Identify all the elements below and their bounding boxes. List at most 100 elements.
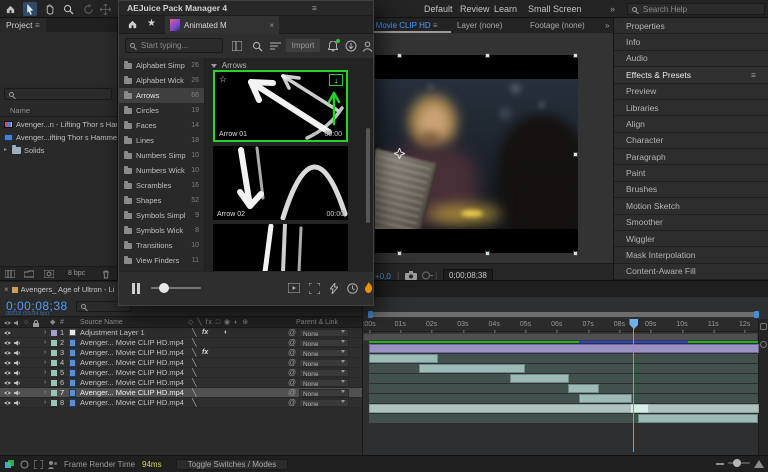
project-item[interactable]: ▸ Solids	[0, 144, 117, 157]
layer-bar[interactable]	[510, 374, 569, 383]
footage-tab[interactable]: Footage (none)	[530, 18, 585, 33]
pick-whip-icon[interactable]: @	[288, 398, 296, 408]
timeline-layer-row[interactable]: › 2 Avenger... Movie CLIP HD.mp4 ╲ @ Non…	[0, 338, 362, 348]
project-search-box[interactable]	[4, 88, 112, 100]
category-item[interactable]: Transitions 10	[119, 238, 204, 253]
graph-layer-row[interactable]	[363, 394, 768, 403]
panel-tab[interactable]: Align ≡	[614, 116, 768, 132]
graph-layer-row[interactable]	[363, 404, 768, 413]
expand-chevron[interactable]: ›	[44, 398, 46, 408]
panel-tab[interactable]: Preview ≡	[614, 84, 768, 100]
zoom-out-icon[interactable]	[716, 463, 724, 465]
group-header[interactable]: Arrows	[211, 61, 247, 70]
zoom-in-icon[interactable]	[754, 460, 764, 468]
workspace-tab-default[interactable]: Default	[424, 0, 453, 18]
label-color-swatch[interactable]	[51, 380, 57, 386]
fx-switch[interactable]: fx	[202, 348, 208, 358]
hand-tool-icon[interactable]	[43, 2, 57, 16]
eye-column-icon[interactable]	[3, 320, 12, 326]
audio-toggle[interactable]	[14, 388, 21, 397]
category-item[interactable]: Faces 14	[119, 118, 204, 133]
graph-layer-row[interactable]	[363, 344, 768, 353]
preset-thumbnail-arrow-02[interactable]: Arrow 02 00:00	[213, 146, 348, 220]
timeline-comp-tab[interactable]: × Avengers_ Age of Ultron - Lifting T	[0, 282, 118, 297]
category-item[interactable]: Shapes 52	[119, 193, 204, 208]
timeline-layer-row[interactable]: › 1 Adjustment Layer 1 ╲ fx ◐ @ None	[0, 328, 362, 338]
category-item[interactable]: Numbers Wick 10	[119, 163, 204, 178]
layer-name[interactable]: Avenger... Movie CLIP HD.mp4	[80, 378, 188, 388]
layer-name[interactable]: Avenger... Movie CLIP HD.mp4	[80, 398, 188, 408]
sort-icon[interactable]	[267, 38, 283, 54]
quick-actions-bolt-icon[interactable]	[327, 281, 341, 295]
panel-tab[interactable]: Paint ≡	[614, 165, 768, 181]
quality-switch[interactable]: ╲	[192, 338, 197, 348]
project-name-column-header[interactable]: Name	[10, 106, 30, 115]
selection-handle[interactable]	[573, 251, 578, 256]
parent-dropdown[interactable]: None	[299, 369, 349, 377]
layer-name[interactable]: Avenger... Movie CLIP HD.mp4	[80, 348, 188, 358]
eye-toggle[interactable]	[3, 378, 12, 386]
project-item[interactable]: Avenger...ifting Thor s Hammer - Mov	[0, 131, 117, 144]
aejuice-title-bar[interactable]: AEJuice Pack Manager 4 ≡	[119, 1, 373, 16]
expand-chevron[interactable]: ›	[44, 388, 46, 398]
workspace-tab-learn[interactable]: Learn	[494, 0, 517, 18]
quality-switch[interactable]: ╲	[192, 378, 197, 388]
graph-layer-row[interactable]	[363, 374, 768, 383]
quality-switch[interactable]: ╲	[192, 398, 197, 408]
time-navigator[interactable]	[369, 312, 758, 317]
audio-toggle[interactable]	[14, 378, 21, 387]
help-search-input[interactable]	[641, 4, 760, 15]
eye-toggle[interactable]	[3, 398, 12, 406]
project-search-input[interactable]	[18, 89, 107, 100]
category-item[interactable]: Symbols Simpl 9	[119, 208, 204, 223]
expand-chevron[interactable]: ›	[44, 358, 46, 368]
category-item[interactable]: Scrambles 16	[119, 178, 204, 193]
eye-toggle[interactable]	[3, 338, 12, 346]
aejuice-flame-logo-icon[interactable]	[361, 281, 375, 295]
new-composition-icon[interactable]	[44, 270, 54, 278]
selection-handle[interactable]	[485, 251, 490, 256]
quality-switch[interactable]: ╲	[192, 348, 197, 358]
quality-switch[interactable]: ╲	[192, 368, 197, 378]
eye-toggle[interactable]	[3, 368, 12, 376]
project-tab[interactable]: Project ≡	[0, 18, 46, 32]
comp-tab-overflow-icon[interactable]: »	[605, 18, 609, 33]
project-item[interactable]: Avenger...n - Lifting Thor s Hammer -	[0, 118, 117, 131]
panel-tab[interactable]: Smoother ≡	[614, 215, 768, 231]
history-clock-icon[interactable]	[345, 281, 359, 295]
audio-toggle[interactable]	[14, 398, 21, 407]
quality-switch[interactable]: ╲	[192, 388, 197, 398]
label-color-swatch[interactable]	[51, 330, 57, 336]
category-item[interactable]: Numbers Simp 10	[119, 148, 204, 163]
layout-toggle-icon[interactable]	[229, 38, 245, 54]
panel-tab[interactable]: Wiggler ≡	[614, 231, 768, 247]
navigator-end-handle[interactable]	[754, 311, 759, 318]
label-color-swatch[interactable]	[51, 360, 57, 366]
preview-scrollbar[interactable]	[366, 128, 370, 223]
category-item[interactable]: Symbols Wick 8	[119, 223, 204, 238]
category-item[interactable]: Arrows 66	[119, 88, 204, 103]
download-icon[interactable]: ↓	[329, 74, 343, 86]
comp-button-icon[interactable]	[760, 323, 767, 330]
movie-frame[interactable]	[375, 55, 578, 253]
expand-chevron-icon[interactable]: ▸	[4, 144, 9, 157]
panel-tab[interactable]: Libraries ≡	[614, 100, 768, 116]
panel-tab[interactable]: Paragraph ≡	[614, 149, 768, 165]
pick-whip-icon[interactable]: @	[288, 368, 296, 378]
timeline-layer-row[interactable]: › 3 Avenger... Movie CLIP HD.mp4 ╲ fx @ …	[0, 348, 362, 358]
layer-bar[interactable]	[568, 384, 599, 393]
anchor-point-icon[interactable]	[394, 148, 405, 159]
layer-name[interactable]: Avenger... Movie CLIP HD.mp4	[80, 388, 188, 398]
eye-toggle[interactable]	[3, 348, 12, 356]
timeline-layer-row[interactable]: › 8 Avenger... Movie CLIP HD.mp4 ╲ @ Non…	[0, 398, 362, 408]
pick-whip-icon[interactable]: @	[288, 358, 296, 368]
category-item[interactable]: Alphabet Simp 26	[119, 58, 204, 73]
eye-toggle[interactable]	[3, 388, 12, 396]
selection-tool-icon[interactable]	[23, 2, 37, 16]
label-color-swatch[interactable]	[51, 390, 57, 396]
account-person-icon[interactable]	[359, 38, 375, 54]
expand-chevron[interactable]: ›	[44, 338, 46, 348]
zoom-tool-icon[interactable]	[61, 2, 75, 16]
snapshot-camera-icon[interactable]	[405, 271, 417, 280]
bit-depth-label[interactable]: 8 bpc	[68, 270, 85, 277]
